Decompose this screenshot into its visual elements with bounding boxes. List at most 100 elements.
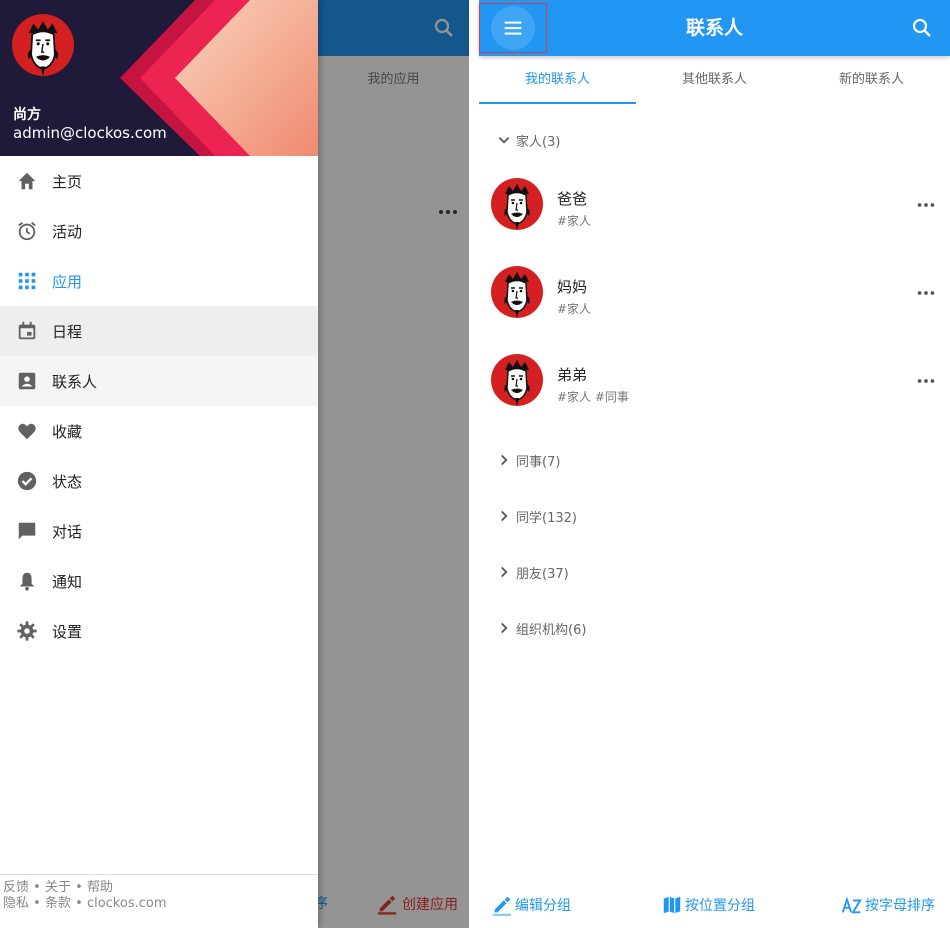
navigation-drawer: 尚方 admin@clockos.com 主页 活动 应用 日程 联系人 收藏 … bbox=[0, 0, 318, 928]
nav-item-label: 日程 bbox=[52, 322, 83, 341]
group-label: 组织机构(6) bbox=[516, 622, 587, 638]
chevron-right-icon bbox=[501, 510, 508, 522]
edit-groups-label: 编辑分组 bbox=[515, 898, 571, 914]
nav-item-label: 主页 bbox=[52, 172, 83, 191]
contact-avatar bbox=[491, 266, 543, 318]
background-app-screen: 我的应用 排序 创建应用 尚方 admin@clockos.com bbox=[0, 0, 469, 928]
nav-item-settings[interactable]: 设置 bbox=[0, 606, 318, 656]
nav-item-status[interactable]: 状态 bbox=[0, 456, 318, 506]
chat-icon bbox=[18, 522, 36, 540]
group-label: 朋友(37) bbox=[516, 566, 569, 582]
contact-name: 弟弟 bbox=[557, 366, 588, 384]
nav-item-label: 通知 bbox=[52, 572, 83, 591]
edit-groups-button[interactable]: 编辑分组 bbox=[491, 892, 571, 918]
menu-ripple bbox=[491, 6, 535, 50]
chevron-right-icon bbox=[501, 566, 508, 578]
drawer-footer: 反馈 • 关于 • 帮助 隐私 • 条款 • clockos.com bbox=[0, 874, 318, 912]
group-by-location-label: 按位置分组 bbox=[685, 898, 755, 914]
group-label: 同事(7) bbox=[516, 454, 561, 470]
menu-button[interactable] bbox=[479, 3, 547, 53]
nav-item-label: 收藏 bbox=[52, 422, 83, 441]
group-by-location-button[interactable]: 按位置分组 bbox=[661, 892, 755, 918]
sort-alphabetically-label: 按字母排序 bbox=[865, 898, 935, 914]
footer-line-2: 隐私 • 条款 • clockos.com bbox=[3, 896, 318, 912]
hamburger-menu-icon bbox=[504, 21, 522, 35]
check-circle-icon bbox=[17, 471, 37, 491]
home-icon bbox=[18, 172, 36, 190]
contact-row[interactable]: 妈妈 #家人 bbox=[479, 254, 950, 326]
chevron-down-icon bbox=[498, 137, 510, 144]
help-link[interactable]: 帮助 bbox=[87, 880, 113, 895]
contact-row[interactable]: 弟弟 #家人 #同事 bbox=[479, 342, 950, 414]
contact-avatar bbox=[491, 354, 543, 406]
privacy-link[interactable]: 隐私 bbox=[3, 896, 29, 911]
nav-item-activity[interactable]: 活动 bbox=[0, 206, 318, 256]
contact-tags: #家人 bbox=[557, 214, 592, 228]
chevron-right-icon bbox=[501, 454, 508, 466]
sort-alphabetically-button[interactable]: 按字母排序 bbox=[841, 892, 935, 918]
contact-avatar bbox=[491, 178, 543, 230]
search-icon[interactable] bbox=[910, 16, 934, 40]
chevron-right-icon bbox=[501, 622, 508, 634]
about-link[interactable]: 关于 bbox=[45, 880, 71, 895]
alarm-icon bbox=[18, 222, 36, 241]
drawer-nav-list: 主页 活动 应用 日程 联系人 收藏 状态 对话 通知 设置 bbox=[0, 156, 318, 656]
nav-item-home[interactable]: 主页 bbox=[0, 156, 318, 206]
bell-icon bbox=[19, 572, 35, 591]
more-horizontal-icon[interactable] bbox=[915, 370, 937, 392]
sort-az-icon bbox=[841, 896, 862, 914]
nav-item-apps[interactable]: 应用 bbox=[0, 256, 318, 306]
calendar-icon bbox=[18, 321, 36, 340]
separator: • bbox=[75, 896, 83, 911]
contact-card-icon bbox=[18, 372, 36, 390]
tab-other-contacts[interactable]: 其他联系人 bbox=[636, 56, 793, 104]
contact-name: 爸爸 bbox=[557, 190, 588, 208]
nav-item-label: 应用 bbox=[52, 272, 83, 291]
user-name: 尚方 bbox=[13, 107, 41, 123]
website-link[interactable]: clockos.com bbox=[87, 896, 167, 911]
drawer-header: 尚方 admin@clockos.com bbox=[0, 0, 318, 156]
nav-item-schedule[interactable]: 日程 bbox=[0, 306, 318, 356]
tab-new-contacts[interactable]: 新的联系人 bbox=[793, 56, 950, 104]
separator: • bbox=[75, 880, 83, 895]
contact-tags: #家人 #同事 bbox=[557, 390, 629, 404]
group-header-colleagues[interactable]: 同事(7) bbox=[495, 448, 560, 472]
contact-tabs: 我的联系人 其他联系人 新的联系人 bbox=[479, 56, 950, 104]
page-title: 联系人 bbox=[685, 17, 743, 39]
nav-item-favorites[interactable]: 收藏 bbox=[0, 406, 318, 456]
nav-item-label: 活动 bbox=[52, 222, 83, 241]
nav-item-label: 设置 bbox=[52, 622, 83, 641]
more-horizontal-icon[interactable] bbox=[915, 282, 937, 304]
nav-item-conversations[interactable]: 对话 bbox=[0, 506, 318, 556]
separator: • bbox=[33, 880, 41, 895]
contact-tags: #家人 bbox=[557, 302, 592, 316]
user-avatar[interactable] bbox=[12, 14, 74, 76]
contacts-screen: 联系人 我的联系人 其他联系人 新的联系人 家人(3) 爸爸 #家人 妈妈 #家… bbox=[479, 0, 950, 928]
apps-grid-icon bbox=[18, 272, 36, 290]
footer-line-1: 反馈 • 关于 • 帮助 bbox=[3, 880, 318, 896]
gear-icon bbox=[17, 621, 37, 641]
tab-my-contacts[interactable]: 我的联系人 bbox=[479, 56, 636, 104]
app-bar: 联系人 bbox=[479, 0, 950, 56]
nav-item-notifications[interactable]: 通知 bbox=[0, 556, 318, 606]
nav-item-label: 状态 bbox=[52, 472, 83, 491]
contact-name: 妈妈 bbox=[557, 278, 588, 296]
group-header-organizations[interactable]: 组织机构(6) bbox=[495, 616, 586, 640]
heart-icon bbox=[18, 423, 36, 440]
group-header-classmates[interactable]: 同学(132) bbox=[495, 504, 577, 528]
nav-item-label: 对话 bbox=[52, 522, 83, 541]
bottom-action-bar: 编辑分组 按位置分组 按字母排序 bbox=[479, 884, 950, 928]
more-horizontal-icon[interactable] bbox=[915, 194, 937, 216]
nav-item-label: 联系人 bbox=[52, 372, 98, 391]
group-label: 家人(3) bbox=[516, 134, 561, 150]
group-header-family[interactable]: 家人(3) bbox=[495, 128, 560, 152]
group-header-friends[interactable]: 朋友(37) bbox=[495, 560, 569, 584]
separator: • bbox=[33, 896, 41, 911]
feedback-link[interactable]: 反馈 bbox=[3, 880, 29, 895]
pencil-icon bbox=[492, 896, 512, 916]
terms-link[interactable]: 条款 bbox=[45, 896, 71, 911]
contact-row[interactable]: 爸爸 #家人 bbox=[479, 166, 950, 238]
nav-item-contacts[interactable]: 联系人 bbox=[0, 356, 318, 406]
user-email: admin@clockos.com bbox=[13, 124, 167, 142]
map-icon bbox=[663, 896, 681, 914]
